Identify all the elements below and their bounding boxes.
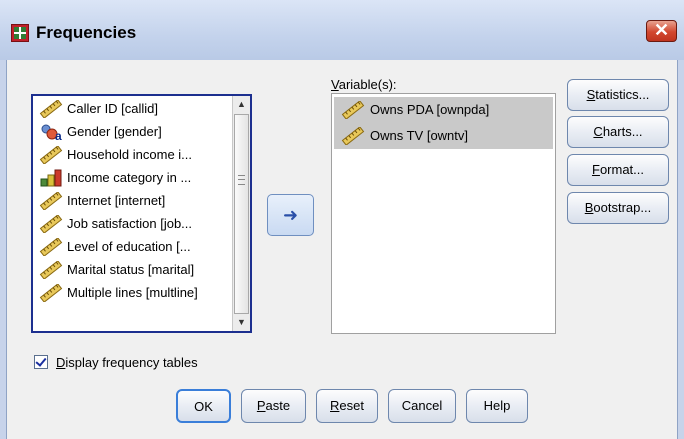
title-bar[interactable]: Frequencies ✕ (0, 0, 684, 60)
list-item[interactable]: Owns PDA [ownpda] (334, 97, 553, 123)
ordinal-bars-icon (40, 169, 62, 187)
list-item[interactable]: Owns TV [owntv] (334, 123, 553, 149)
list-item[interactable]: Household income i... (36, 144, 232, 166)
format-button[interactable]: Format... (567, 154, 669, 186)
selected-variables-list[interactable]: Owns PDA [ownpda] Owns TV [owntv] (331, 93, 556, 334)
dialog-title: Frequencies (36, 23, 137, 42)
scroll-down-icon[interactable]: ▼ (233, 314, 250, 331)
variables-label: Variable(s): (331, 77, 397, 92)
help-button[interactable]: Help (466, 389, 528, 423)
list-item[interactable]: Marital status [marital] (36, 259, 232, 281)
spss-dialog-icon (11, 24, 29, 42)
close-button[interactable]: ✕ (646, 20, 677, 42)
bootstrap-button[interactable]: Bootstrap... (567, 192, 669, 224)
source-variable-list[interactable]: Caller ID [callid] a Gender [gender] Hou… (31, 94, 252, 333)
list-item[interactable]: Income category in ... (36, 167, 232, 189)
list-item[interactable]: Caller ID [callid] (36, 98, 232, 120)
scale-ruler-icon (341, 127, 365, 145)
arrow-right-icon: ➜ (283, 205, 299, 225)
scale-ruler-icon (39, 238, 63, 256)
vertical-scrollbar[interactable]: ▲ ▼ (232, 96, 250, 331)
scale-ruler-icon (39, 146, 63, 164)
scroll-up-icon[interactable]: ▲ (233, 96, 250, 113)
close-icon: ✕ (653, 20, 670, 40)
list-item[interactable]: Job satisfaction [job... (36, 213, 232, 235)
list-item[interactable]: Level of education [... (36, 236, 232, 258)
ok-button[interactable]: OK (176, 389, 231, 423)
svg-text:a: a (55, 129, 62, 141)
frequencies-dialog: Frequencies ✕ Caller ID [callid] a Gende… (0, 0, 684, 439)
scrollbar-thumb[interactable] (234, 114, 249, 314)
list-item[interactable]: a Gender [gender] (36, 121, 232, 143)
list-item[interactable]: Internet [internet] (36, 190, 232, 212)
reset-button[interactable]: Reset (316, 389, 378, 423)
scale-ruler-icon (341, 101, 365, 119)
display-frequency-tables-checkbox[interactable] (34, 355, 48, 369)
nominal-variable-icon: a (41, 124, 62, 141)
scale-ruler-icon (39, 215, 63, 233)
scale-ruler-icon (39, 192, 63, 210)
scale-ruler-icon (39, 100, 63, 118)
list-item[interactable]: Multiple lines [multline] (36, 282, 232, 304)
paste-button[interactable]: Paste (241, 389, 306, 423)
cancel-button[interactable]: Cancel (388, 389, 456, 423)
statistics-button[interactable]: Statistics... (567, 79, 669, 111)
charts-button[interactable]: Charts... (567, 116, 669, 148)
scale-ruler-icon (39, 284, 63, 302)
scale-ruler-icon (39, 261, 63, 279)
grip-icon (238, 175, 245, 185)
display-frequency-tables-label[interactable]: Display frequency tables (56, 355, 198, 370)
move-to-variables-button[interactable]: ➜ (267, 194, 314, 236)
